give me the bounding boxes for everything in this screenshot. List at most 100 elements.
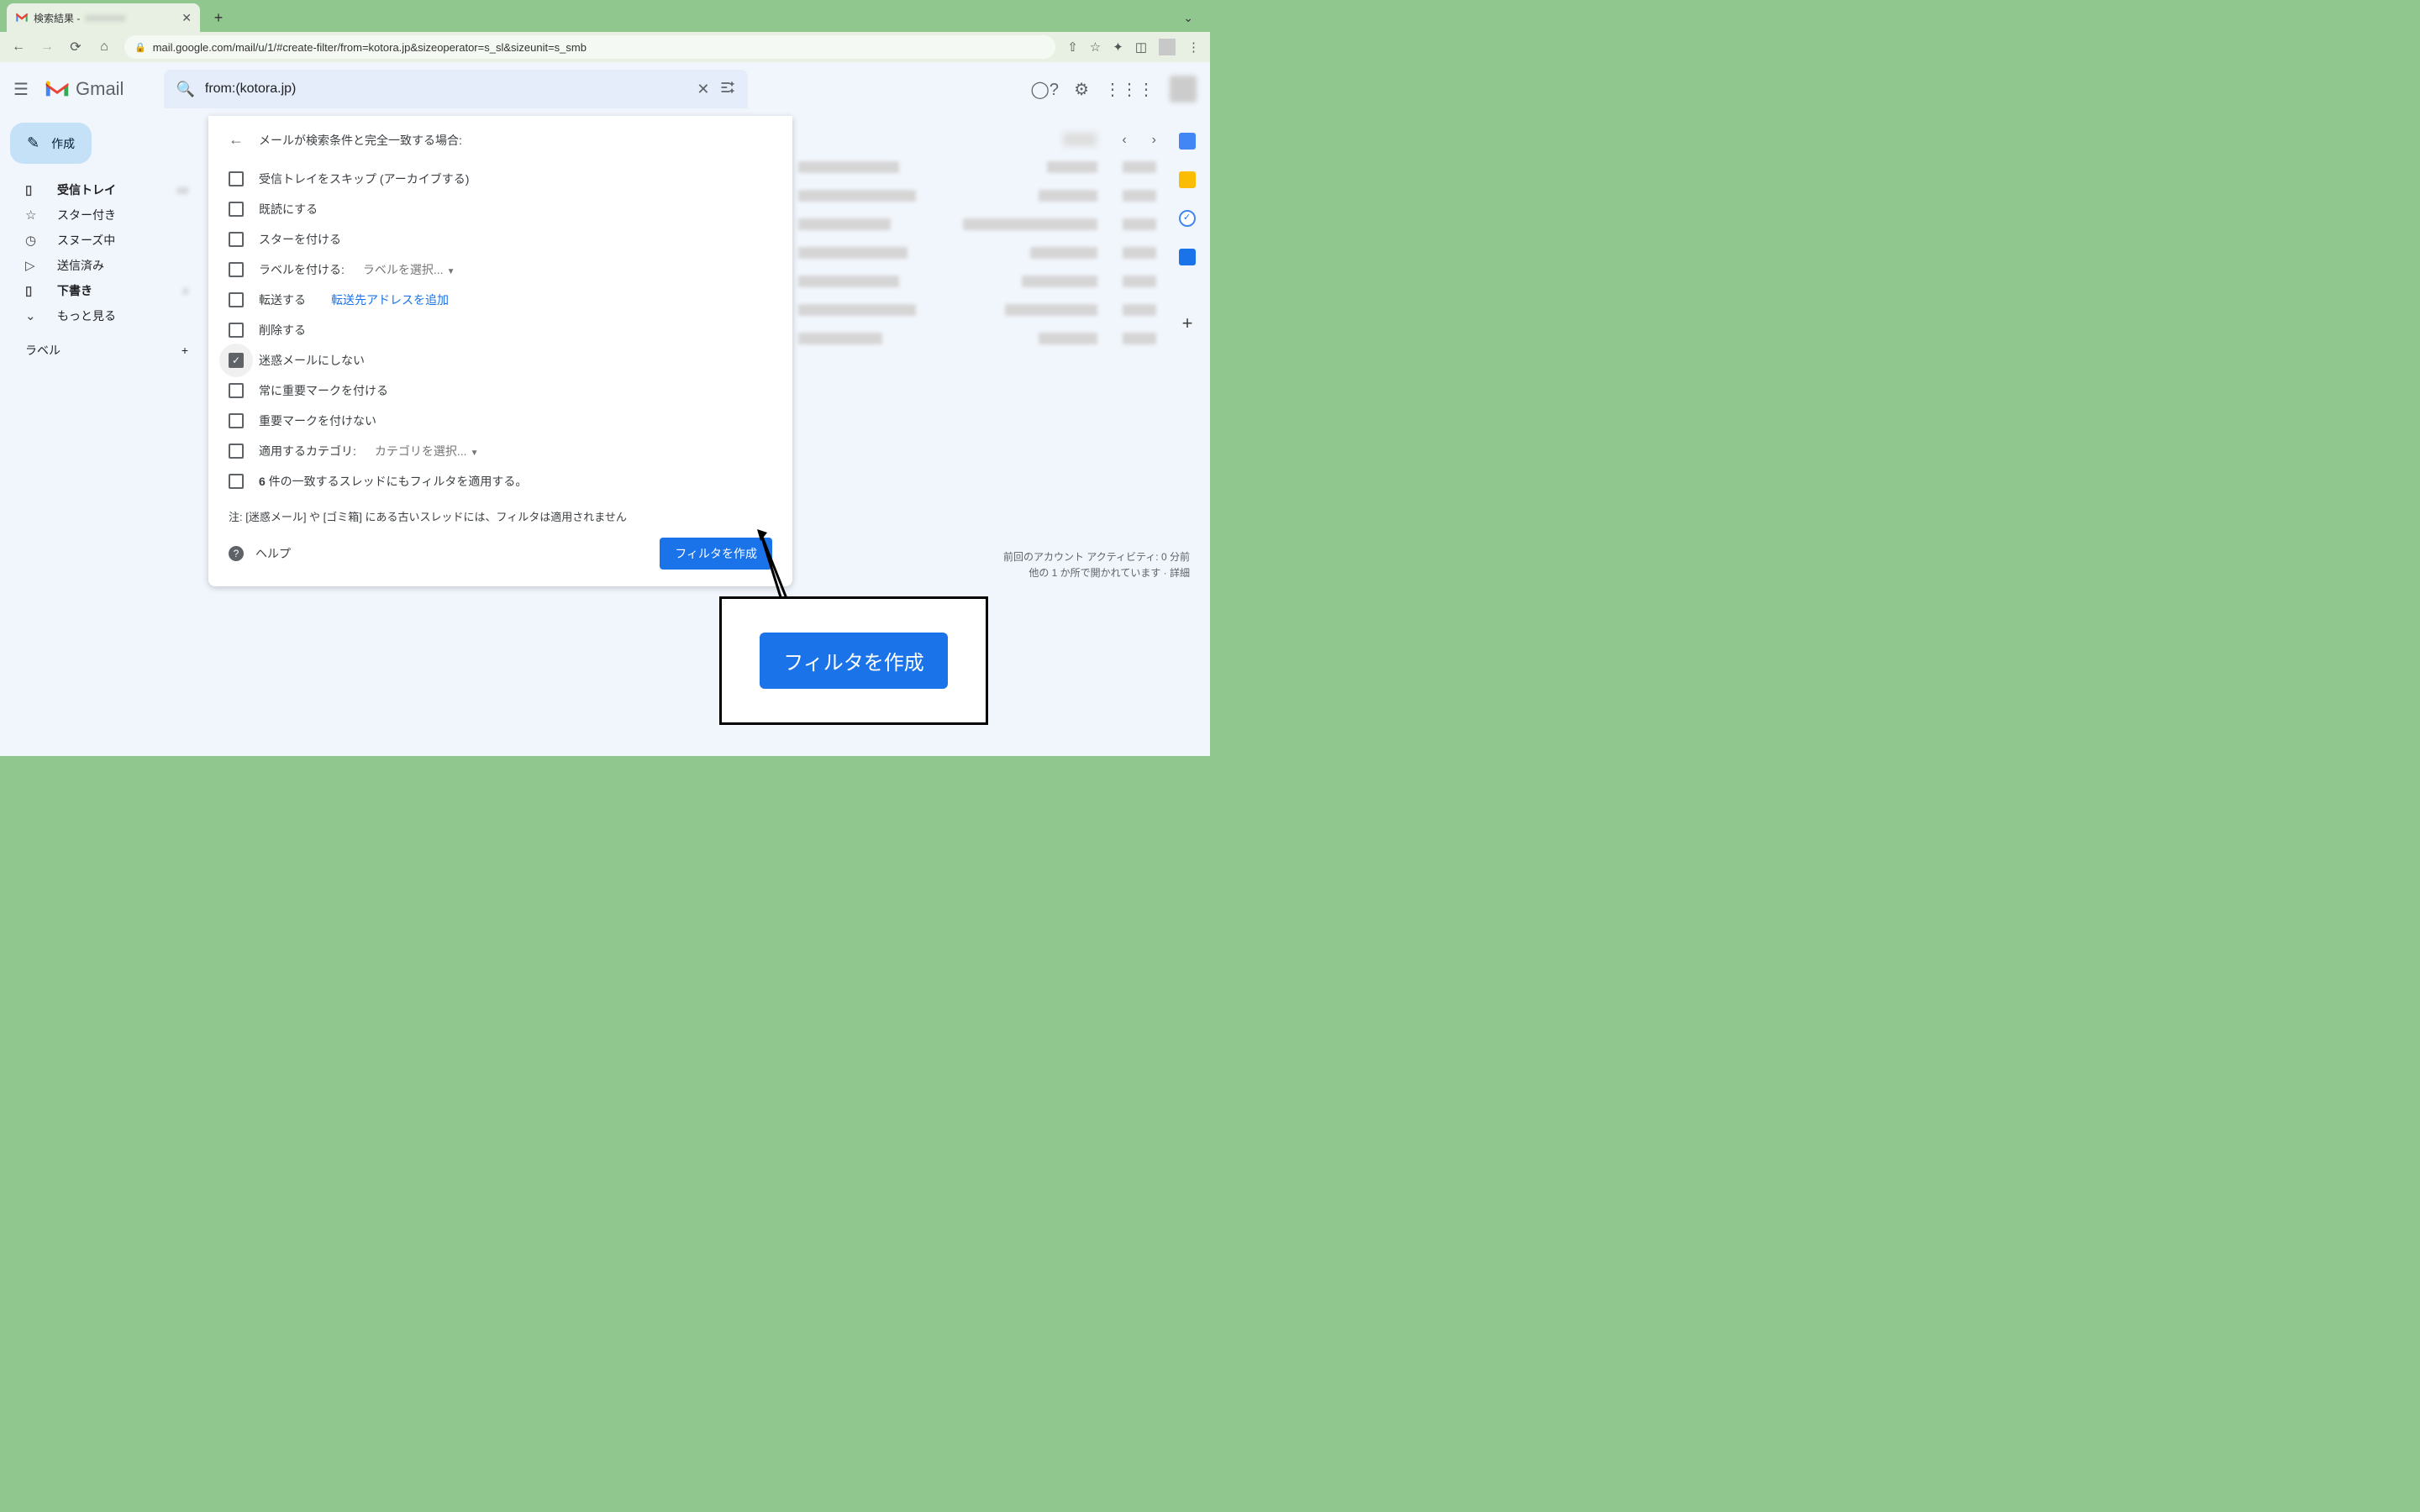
add-addon-icon[interactable]: + <box>1182 312 1193 334</box>
filter-option-mark-read[interactable]: 既読にする <box>229 194 772 224</box>
search-options-icon[interactable] <box>719 79 736 100</box>
chevron-down-icon: ⌄ <box>25 308 42 323</box>
clear-search-icon[interactable]: ✕ <box>697 81 709 98</box>
gmail-wordmark: Gmail <box>76 78 124 100</box>
mail-row-blur <box>798 161 1156 173</box>
main-menu-icon[interactable]: ☰ <box>13 79 34 100</box>
add-label-icon[interactable]: + <box>182 344 188 357</box>
sidebar-label: 送信済み <box>57 257 104 274</box>
sidebar-item-inbox[interactable]: ▯ 受信トレイ xx <box>7 177 202 202</box>
filter-option-never-important[interactable]: 重要マークを付けない <box>229 406 772 436</box>
keep-icon[interactable] <box>1179 171 1196 188</box>
forward-icon: → <box>39 39 55 55</box>
url-text: mail.google.com/mail/u/1/#create-filter/… <box>153 41 587 54</box>
close-tab-icon[interactable]: ✕ <box>182 11 192 25</box>
home-icon[interactable]: ⌂ <box>96 39 113 55</box>
back-arrow-icon[interactable]: ← <box>229 131 244 149</box>
sidebar-label: スター付き <box>57 207 116 223</box>
mail-row-blur: ‹› <box>798 133 1156 148</box>
compose-button[interactable]: ✎ 作成 <box>10 123 92 164</box>
account-activity-footer: 前回のアカウント アクティビティ: 0 分前 他の 1 か所で開かれています ·… <box>1003 549 1190 581</box>
gmail-header: ☰ Gmail 🔍 ✕ ◯? ⚙ ⋮⋮⋮ <box>0 62 1210 116</box>
star-icon: ☆ <box>25 207 42 223</box>
labels-title: ラベル <box>25 342 60 359</box>
apps-icon[interactable]: ⋮⋮⋮ <box>1104 79 1155 100</box>
bookmark-icon[interactable]: ☆ <box>1090 39 1101 55</box>
search-input[interactable] <box>205 81 687 97</box>
tab-title-blur: xxxxxxxx <box>85 12 125 24</box>
reload-icon[interactable]: ⟳ <box>67 39 84 55</box>
tabstrip-chevron-icon[interactable]: ⌄ <box>1183 11 1193 25</box>
account-avatar[interactable] <box>1170 76 1197 102</box>
filter-option-forward[interactable]: 転送する転送先アドレスを追加 <box>229 285 772 315</box>
share-icon[interactable]: ⇧ <box>1067 39 1078 55</box>
back-icon[interactable]: ← <box>10 39 27 55</box>
gmail-favicon <box>15 11 29 24</box>
filter-option-skip-inbox[interactable]: 受信トレイをスキップ (アーカイブする) <box>229 164 772 194</box>
filter-option-apply-label[interactable]: ラベルを付ける:ラベルを選択...▼ <box>229 255 772 285</box>
filter-option-categorize[interactable]: 適用するカテゴリ:カテゴリを選択...▼ <box>229 436 772 466</box>
filter-panel-title: メールが検索条件と完全一致する場合: <box>259 132 462 149</box>
label-select[interactable]: ラベルを選択...▼ <box>363 261 455 278</box>
mail-row-blur <box>798 218 1156 230</box>
clock-icon: ◷ <box>25 233 42 248</box>
sidebar-item-snoozed[interactable]: ◷ スヌーズ中 <box>7 228 202 253</box>
sidebar-label: スヌーズ中 <box>57 232 115 249</box>
mail-row-blur <box>798 276 1156 287</box>
sidebar-label: もっと見る <box>57 307 116 324</box>
help-link[interactable]: ヘルプ <box>255 545 291 562</box>
extensions-icon[interactable]: ✦ <box>1113 39 1123 55</box>
drafts-count-blur: x <box>182 285 188 297</box>
right-side-panel: + <box>1165 116 1210 334</box>
mail-row-blur <box>798 304 1156 316</box>
filter-option-delete[interactable]: 削除する <box>229 315 772 345</box>
labels-header: ラベル + <box>7 328 202 362</box>
compose-label: 作成 <box>51 135 75 152</box>
send-icon: ▷ <box>25 258 42 273</box>
filter-option-not-spam[interactable]: 迷惑メールにしない <box>229 345 772 375</box>
sidepanel-icon[interactable]: ◫ <box>1135 39 1147 55</box>
calendar-icon[interactable] <box>1179 133 1196 150</box>
settings-icon[interactable]: ⚙ <box>1074 79 1089 100</box>
mail-row-blur <box>798 247 1156 259</box>
new-tab-button[interactable]: + <box>207 6 230 29</box>
sidebar-item-drafts[interactable]: ▯ 下書き x <box>7 278 202 303</box>
support-icon[interactable]: ◯? <box>1031 79 1060 100</box>
url-field[interactable]: 🔒 mail.google.com/mail/u/1/#create-filte… <box>124 35 1055 59</box>
filter-note: 注: [迷惑メール] や [ゴミ箱] にある古いスレッドには、フィルタは適用され… <box>229 508 772 524</box>
filter-creation-panel: ← メールが検索条件と完全一致する場合: 受信トレイをスキップ (アーカイブする… <box>208 116 792 586</box>
sidebar-item-starred[interactable]: ☆ スター付き <box>7 202 202 228</box>
sidebar-item-sent[interactable]: ▷ 送信済み <box>7 253 202 278</box>
tab-title: 検索結果 - <box>34 11 80 25</box>
lock-icon: 🔒 <box>134 42 146 53</box>
activity-line: 前回のアカウント アクティビティ: 0 分前 <box>1003 549 1190 565</box>
browser-toolbar: ← → ⟳ ⌂ 🔒 mail.google.com/mail/u/1/#crea… <box>0 32 1210 62</box>
inbox-count-blur: xx <box>177 184 188 196</box>
open-elsewhere-line[interactable]: 他の 1 か所で開かれています · 詳細 <box>1003 565 1190 581</box>
gmail-m-icon <box>44 79 71 99</box>
tasks-icon[interactable] <box>1179 210 1196 227</box>
sidebar-item-more[interactable]: ⌄ もっと見る <box>7 303 202 328</box>
profile-icon[interactable] <box>1159 39 1176 55</box>
search-bar[interactable]: 🔍 ✕ <box>164 70 748 108</box>
browser-tabstrip: 検索結果 - xxxxxxxx ✕ + ⌄ <box>0 0 1210 32</box>
add-forward-address-link[interactable]: 転送先アドレスを追加 <box>331 291 449 308</box>
gmail-logo[interactable]: Gmail <box>44 78 124 100</box>
filter-option-always-important[interactable]: 常に重要マークを付ける <box>229 375 772 406</box>
sidebar-label: 下書き <box>57 282 92 299</box>
help-icon[interactable]: ? <box>229 546 244 561</box>
callout-box: フィルタを作成 <box>719 596 988 725</box>
sidebar-label: 受信トレイ <box>57 181 116 198</box>
filter-option-apply-existing[interactable]: 6 件の一致するスレッドにもフィルタを適用する。 <box>229 466 772 496</box>
contacts-icon[interactable] <box>1179 249 1196 265</box>
checkbox-checked-icon[interactable] <box>229 353 244 368</box>
pencil-icon: ✎ <box>27 134 39 152</box>
draft-icon: ▯ <box>25 283 42 298</box>
mail-row-blur <box>798 190 1156 202</box>
filter-option-star[interactable]: スターを付ける <box>229 224 772 255</box>
mail-row-blur <box>798 333 1156 344</box>
browser-menu-icon[interactable]: ⋮ <box>1187 39 1200 55</box>
search-icon[interactable]: 🔍 <box>176 81 194 98</box>
browser-tab[interactable]: 検索結果 - xxxxxxxx ✕ <box>7 3 200 32</box>
category-select[interactable]: カテゴリを選択...▼ <box>375 443 479 459</box>
